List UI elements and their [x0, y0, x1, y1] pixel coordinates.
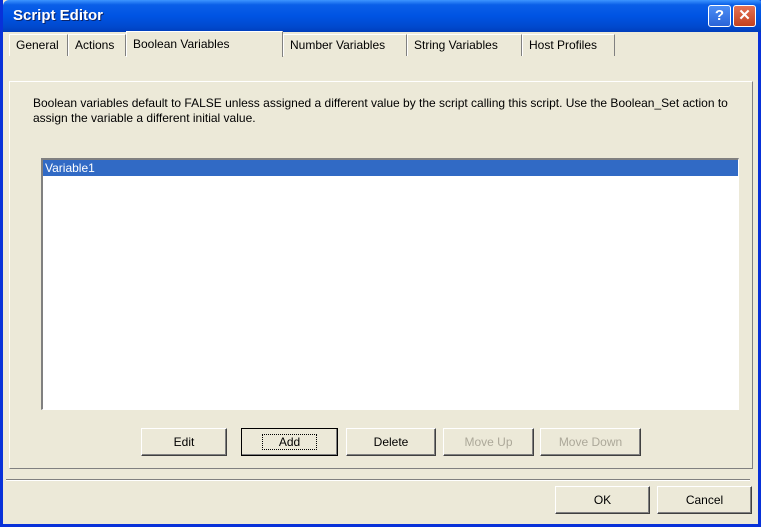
tab-number-variables[interactable]: Number Variables: [283, 34, 407, 56]
cancel-button[interactable]: Cancel: [657, 486, 752, 514]
tab-actions[interactable]: Actions: [68, 34, 126, 56]
tab-general[interactable]: General: [9, 34, 68, 56]
add-label: Add: [261, 434, 318, 450]
delete-label: Delete: [373, 435, 409, 449]
footer-divider: [6, 479, 750, 481]
move-up-button[interactable]: Move Up: [443, 428, 534, 456]
add-button[interactable]: Add: [241, 428, 338, 456]
cancel-label: Cancel: [685, 493, 724, 507]
tab-label: String Variables: [414, 38, 498, 52]
help-icon: ?: [714, 7, 725, 24]
tab-label: Actions: [75, 38, 115, 52]
close-icon: ✕: [738, 7, 751, 24]
ok-label: OK: [593, 493, 612, 507]
close-button[interactable]: ✕: [733, 5, 756, 27]
title-bar[interactable]: Script Editor ? ✕: [3, 0, 761, 32]
variables-listbox[interactable]: Variable1: [41, 158, 739, 410]
tab-label: Host Profiles: [529, 38, 598, 52]
description-text: Boolean variables default to FALSE unles…: [33, 96, 728, 125]
edit-label: Edit: [173, 435, 195, 449]
move-down-label: Move Down: [558, 435, 623, 449]
tab-string-variables[interactable]: String Variables: [407, 34, 522, 56]
tab-label: Number Variables: [290, 38, 386, 52]
tab-label: Boolean Variables: [133, 37, 230, 51]
list-item[interactable]: Variable1: [43, 160, 738, 176]
tab-boolean-variables[interactable]: Boolean Variables: [126, 31, 283, 57]
delete-button[interactable]: Delete: [346, 428, 436, 456]
move-up-label: Move Up: [464, 435, 513, 449]
ok-button[interactable]: OK: [555, 486, 650, 514]
edit-button[interactable]: Edit: [141, 428, 227, 456]
move-down-button[interactable]: Move Down: [540, 428, 641, 456]
tab-label: General: [16, 38, 59, 52]
window-title: Script Editor: [13, 7, 104, 24]
help-button[interactable]: ?: [708, 5, 731, 27]
tab-host-profiles[interactable]: Host Profiles: [522, 34, 615, 56]
